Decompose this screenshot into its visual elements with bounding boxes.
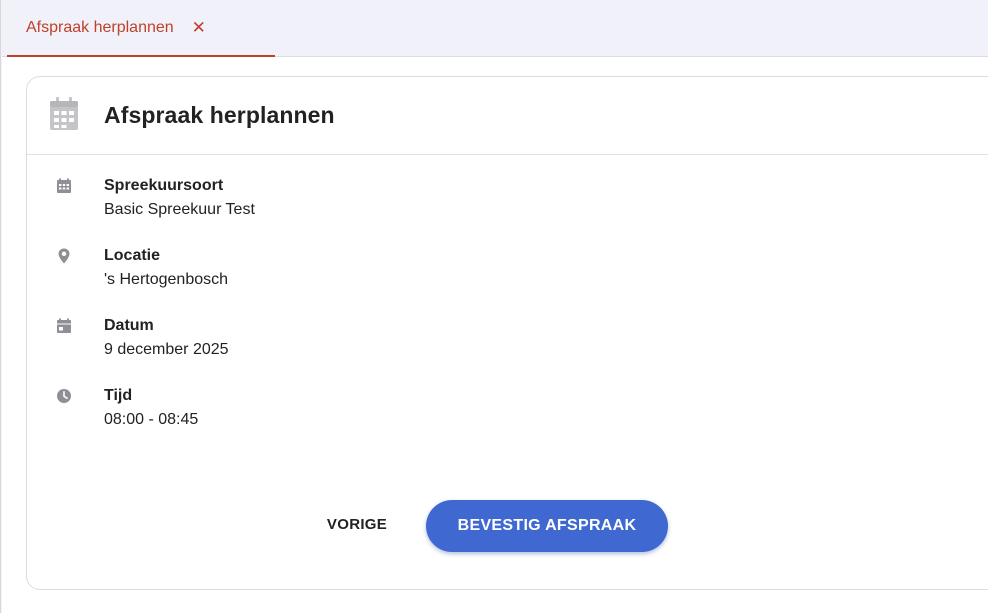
close-icon[interactable]: ✕ <box>192 19 206 36</box>
detail-value: Basic Spreekuur Test <box>104 201 255 218</box>
tab-label: Afspraak herplannen <box>26 18 174 36</box>
detail-tijd: Tijd 08:00 - 08:45 <box>27 387 988 439</box>
detail-label: Datum <box>104 317 154 334</box>
appointment-card: Afspraak herplannen Spreekuursoort Basic… <box>26 76 988 590</box>
detail-datum: Datum 9 december 2025 <box>27 317 988 369</box>
detail-locatie: Locatie 's Hertogenbosch <box>27 247 988 299</box>
detail-spreekuursoort: Spreekuursoort Basic Spreekuur Test <box>27 177 988 229</box>
tab-afspraak-herplannen[interactable]: Afspraak herplannen ✕ <box>7 0 275 57</box>
detail-value: 08:00 - 08:45 <box>104 411 199 428</box>
detail-label: Tijd <box>104 387 133 404</box>
calendar-grid-icon <box>56 178 72 194</box>
app-frame: Afspraak herplannen ✕ Afspraak herplanne… <box>0 0 988 613</box>
tab-bar: Afspraak herplannen ✕ <box>2 0 988 57</box>
previous-button[interactable]: VORIGE <box>312 504 402 544</box>
map-pin-icon <box>56 248 72 264</box>
detail-value: 9 december 2025 <box>104 341 229 358</box>
card-header: Afspraak herplannen <box>27 77 988 155</box>
confirm-appointment-button[interactable]: BEVESTIG AFSPRAAK <box>426 500 668 552</box>
page-title: Afspraak herplannen <box>104 102 335 128</box>
detail-label: Spreekuursoort <box>104 177 224 194</box>
detail-value: 's Hertogenbosch <box>104 271 229 288</box>
main-content: Afspraak herplannen Spreekuursoort Basic… <box>2 57 988 613</box>
detail-label: Locatie <box>104 247 161 264</box>
calendar-day-icon <box>56 318 72 334</box>
calendar-icon <box>49 97 79 131</box>
clock-icon <box>56 388 72 404</box>
